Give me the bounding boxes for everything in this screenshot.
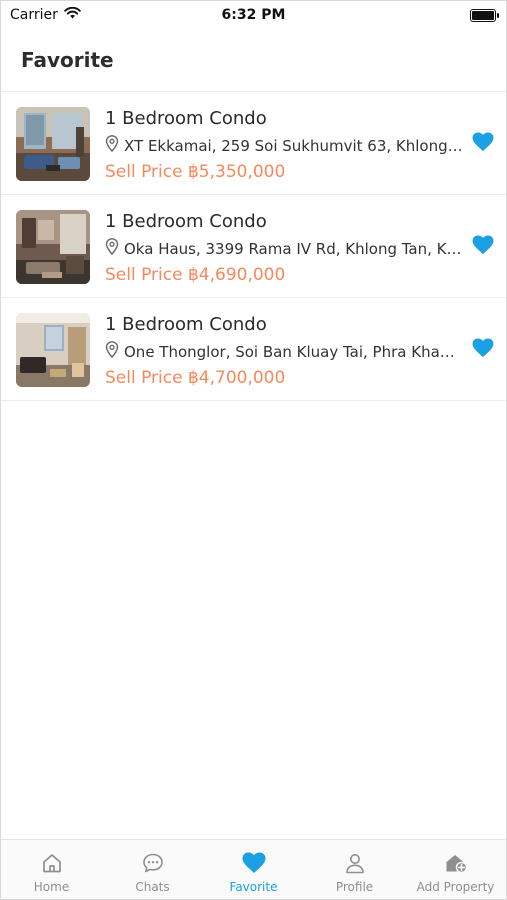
- property-title: 1 Bedroom Condo: [105, 108, 267, 129]
- heart-icon: [242, 852, 266, 874]
- tab-profile[interactable]: Profile: [304, 840, 405, 899]
- location-pin-icon: [105, 341, 119, 362]
- home-icon: [40, 852, 64, 874]
- property-address: XT Ekkamai, 259 Soi Sukhumvit 63, Khlong…: [105, 135, 465, 156]
- location-pin-icon: [105, 135, 119, 156]
- address-text: XT Ekkamai, 259 Soi Sukhumvit 63, Khlong…: [124, 136, 464, 155]
- property-price: Sell Price ฿5,350,000: [105, 162, 286, 182]
- favorite-item[interactable]: 1 Bedroom Condo XT Ekkamai, 259 Soi Sukh…: [1, 92, 506, 195]
- favorites-list: 1 Bedroom Condo XT Ekkamai, 259 Soi Sukh…: [1, 92, 506, 401]
- battery-icon: [470, 8, 499, 22]
- status-bar: Carrier 6:32 PM: [1, 1, 506, 29]
- favorite-heart-icon[interactable]: [472, 132, 494, 152]
- favorite-heart-icon[interactable]: [472, 338, 494, 358]
- person-icon: [343, 852, 367, 874]
- tab-label: Add Property: [416, 880, 495, 894]
- header: Favorite: [1, 29, 506, 92]
- favorite-item[interactable]: 1 Bedroom Condo One Thonglor, Soi Ban Kl…: [1, 298, 506, 401]
- property-price: Sell Price ฿4,700,000: [105, 368, 286, 388]
- tab-add-property[interactable]: Add Property: [405, 840, 506, 899]
- add-home-icon: [444, 852, 468, 874]
- favorite-heart-icon[interactable]: [472, 235, 494, 255]
- tab-favorite[interactable]: Favorite: [203, 840, 304, 899]
- property-thumbnail: [16, 210, 90, 284]
- favorite-item[interactable]: 1 Bedroom Condo Oka Haus, 3399 Rama IV R…: [1, 195, 506, 298]
- property-address: Oka Haus, 3399 Rama IV Rd, Khlong Tan, K…: [105, 238, 465, 259]
- property-thumbnail: [16, 313, 90, 387]
- tab-label: Home: [33, 880, 70, 894]
- location-pin-icon: [105, 238, 119, 259]
- tab-label: Chats: [135, 880, 170, 894]
- tab-chats[interactable]: Chats: [102, 840, 203, 899]
- property-title: 1 Bedroom Condo: [105, 314, 267, 335]
- property-address: One Thonglor, Soi Ban Kluay Tai, Phra Kh…: [105, 341, 465, 362]
- tab-home[interactable]: Home: [1, 840, 102, 899]
- app-screen: Carrier 6:32 PM Favorite 1 Bedroom Condo…: [0, 0, 507, 900]
- property-title: 1 Bedroom Condo: [105, 211, 267, 232]
- address-text: Oka Haus, 3399 Rama IV Rd, Khlong Tan, K…: [124, 239, 464, 258]
- chat-icon: [141, 852, 165, 874]
- status-time: 6:32 PM: [221, 7, 286, 23]
- address-text: One Thonglor, Soi Ban Kluay Tai, Phra Kh…: [124, 342, 464, 361]
- property-thumbnail: [16, 107, 90, 181]
- tab-label: Favorite: [229, 880, 278, 894]
- property-price: Sell Price ฿4,690,000: [105, 265, 286, 285]
- tab-label: Profile: [335, 880, 374, 894]
- bottom-tab-bar: Home Chats Favorite Profile Add Property: [1, 839, 506, 899]
- page-title: Favorite: [21, 48, 114, 72]
